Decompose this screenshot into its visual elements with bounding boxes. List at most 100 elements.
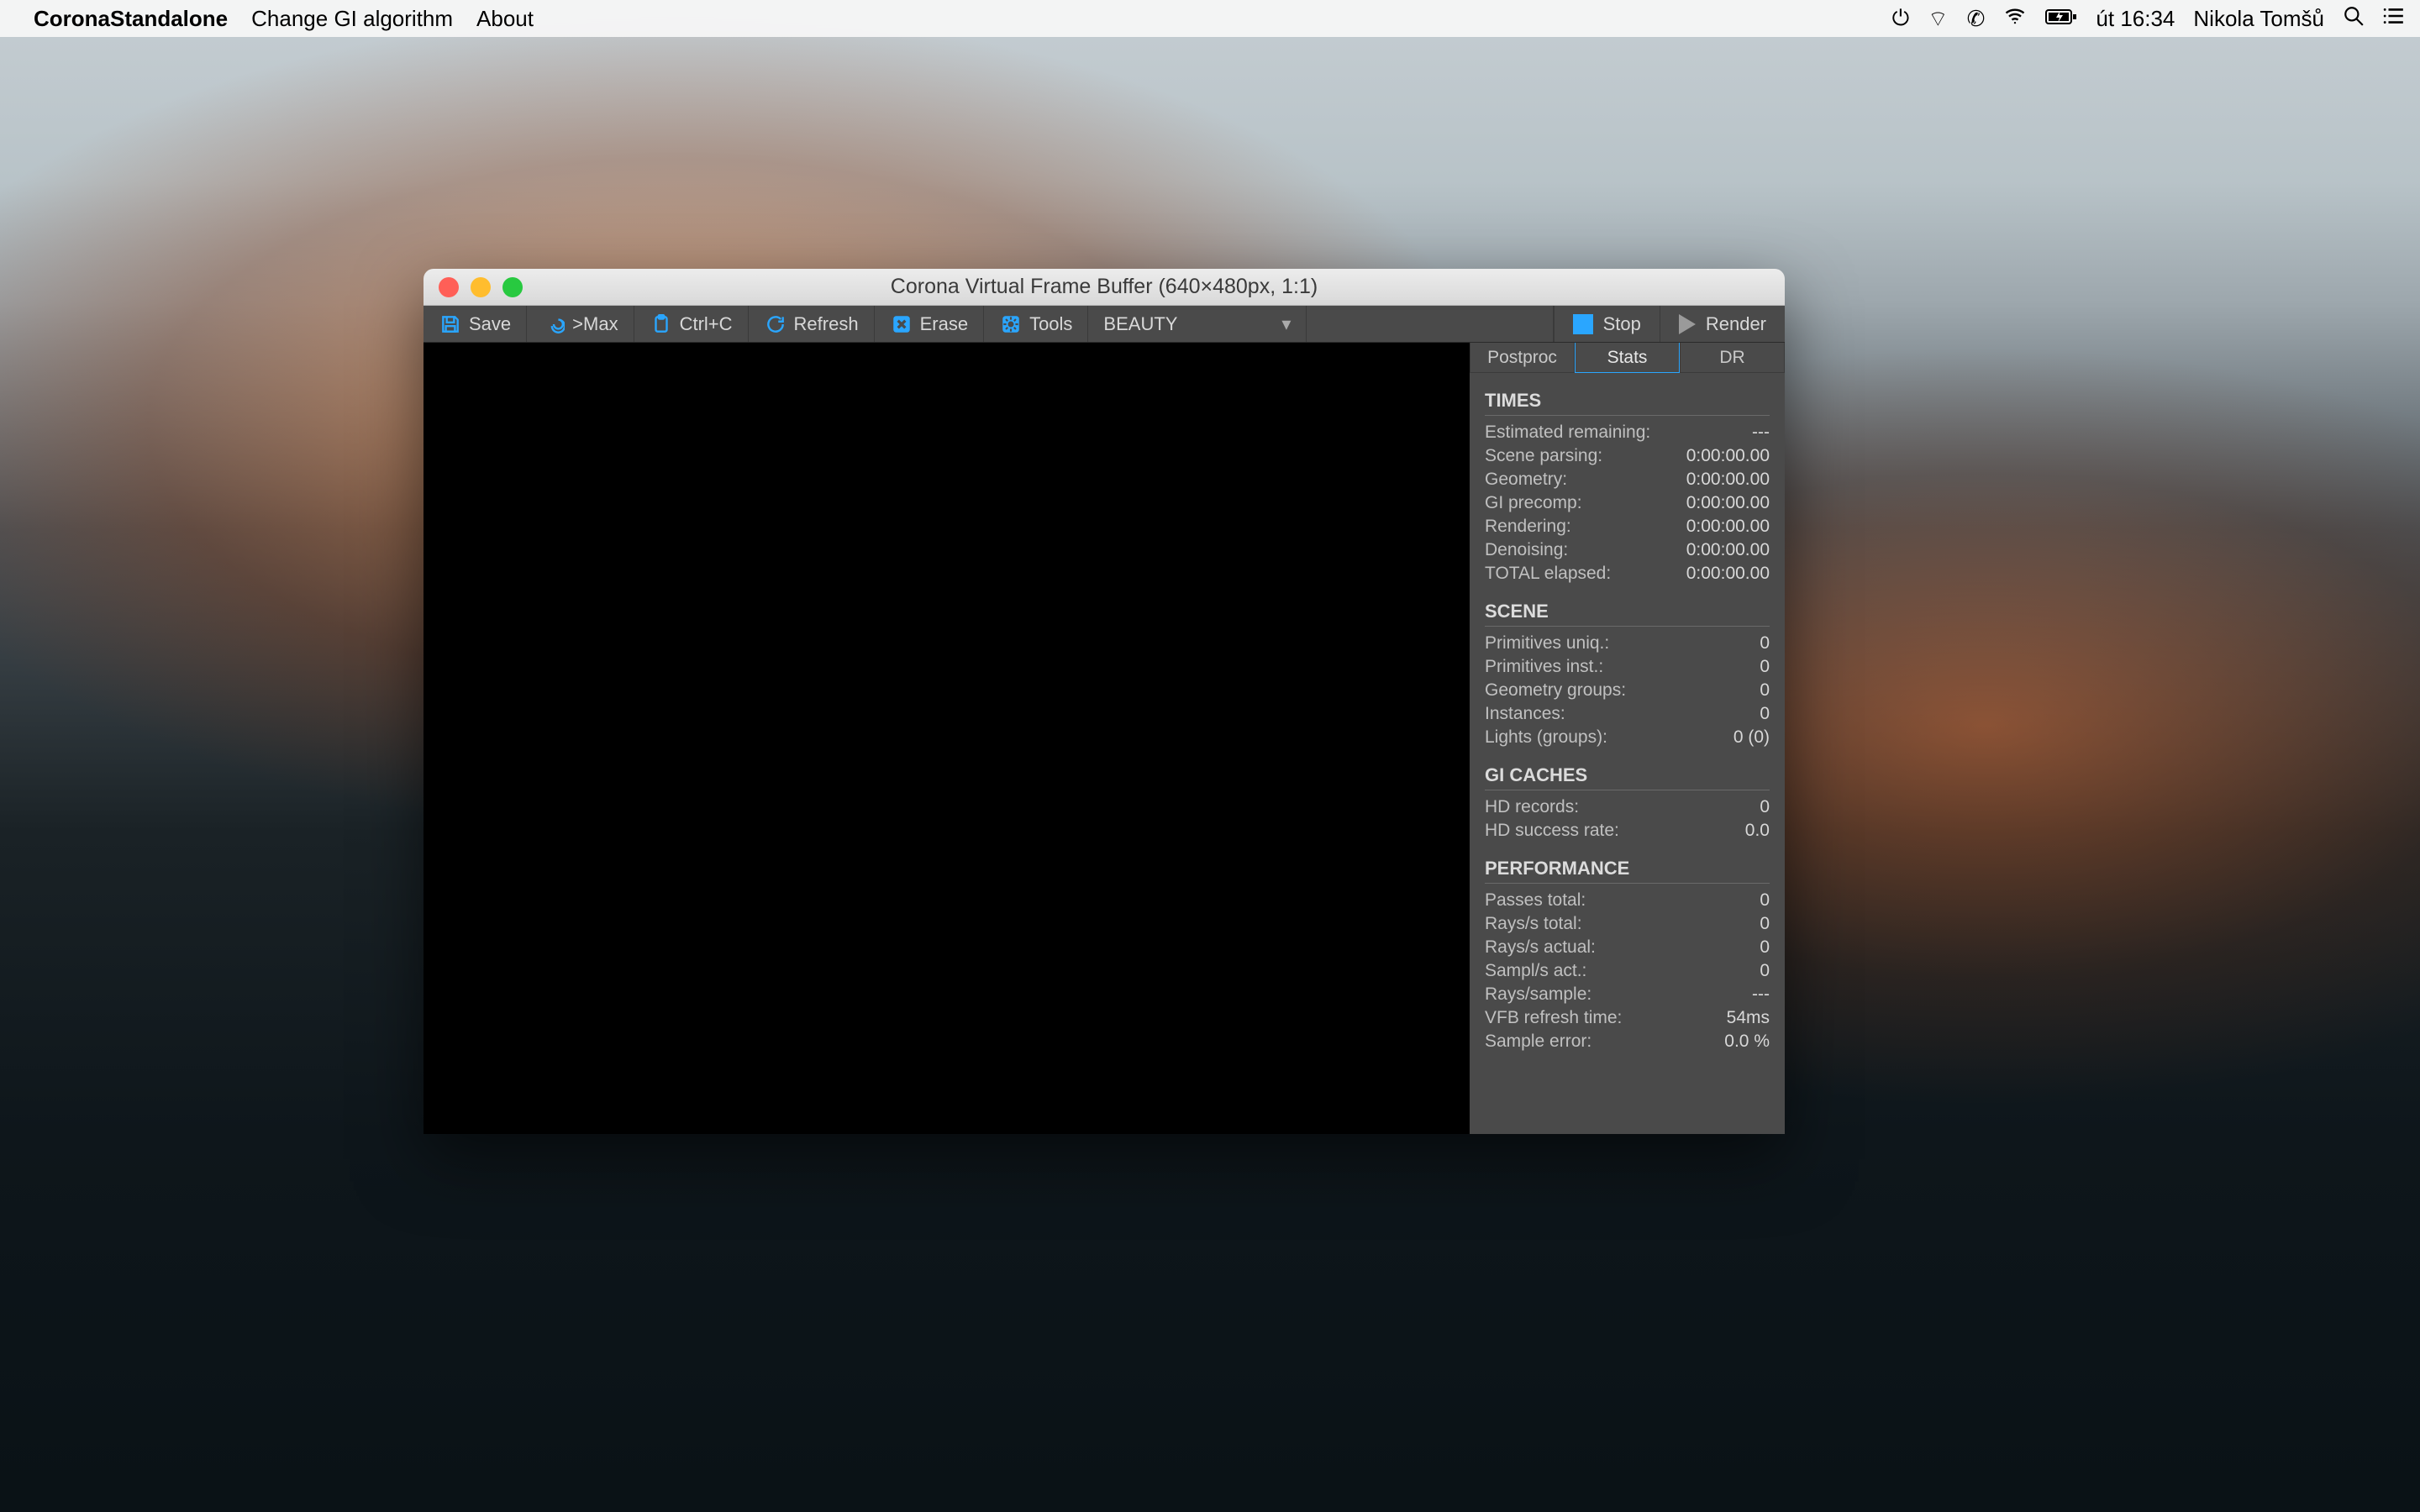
performance-value: 0.0 % bbox=[1724, 1032, 1770, 1052]
performance-label: VFB refresh time: bbox=[1485, 1008, 1622, 1028]
gear-icon bbox=[999, 312, 1023, 336]
times-label: Estimated remaining: bbox=[1485, 423, 1650, 443]
performance-label: Sample error: bbox=[1485, 1032, 1591, 1052]
scene-label: Instances: bbox=[1485, 704, 1565, 724]
performance-row: Rays/sample:--- bbox=[1485, 983, 1770, 1006]
tools-button[interactable]: Tools bbox=[984, 306, 1088, 342]
zoom-button[interactable] bbox=[502, 277, 523, 297]
viber-icon[interactable]: ✆ bbox=[1967, 6, 1986, 32]
times-row: Rendering: 0:00:00.00 bbox=[1485, 515, 1770, 538]
erase-icon bbox=[890, 312, 913, 336]
performance-value: 0 bbox=[1760, 914, 1770, 934]
times-value: 0:00:00.00 bbox=[1686, 540, 1770, 560]
performance-value: --- bbox=[1752, 984, 1770, 1005]
to-max-label: >Max bbox=[572, 313, 618, 335]
toolbar: Save >Max Ctrl+C Refresh Erase Tools BEA… bbox=[424, 306, 1785, 343]
stop-icon bbox=[1573, 314, 1593, 334]
wifi-icon[interactable] bbox=[2003, 4, 2027, 34]
gicaches-value: 0 bbox=[1760, 797, 1770, 817]
tab-dr[interactable]: DR bbox=[1680, 343, 1785, 373]
times-row: GI precomp: 0:00:00.00 bbox=[1485, 491, 1770, 515]
render-pass-select[interactable]: BEAUTY ▾ bbox=[1088, 306, 1307, 342]
performance-row: Sampl/s act.:0 bbox=[1485, 959, 1770, 983]
times-row: Geometry:0:00:00.00 bbox=[1485, 468, 1770, 491]
times-label: Rendering: bbox=[1485, 517, 1571, 537]
render-viewport[interactable] bbox=[424, 343, 1470, 1134]
section-scene-title: SCENE bbox=[1485, 601, 1770, 622]
tools-label: Tools bbox=[1029, 313, 1072, 335]
battery-icon[interactable] bbox=[2045, 6, 2077, 32]
scene-label: Primitives inst.: bbox=[1485, 657, 1603, 677]
menu-change-gi[interactable]: Change GI algorithm bbox=[251, 6, 453, 32]
window-title: Corona Virtual Frame Buffer (640×480px, … bbox=[424, 275, 1785, 299]
refresh-button[interactable]: Refresh bbox=[749, 306, 875, 342]
times-row: Estimated remaining: --- bbox=[1485, 421, 1770, 444]
tab-postproc[interactable]: Postproc bbox=[1470, 343, 1575, 373]
spotlight-icon[interactable] bbox=[2343, 5, 2365, 33]
menubar-user[interactable]: Nikola Tomšů bbox=[2193, 6, 2324, 32]
render-label: Render bbox=[1706, 313, 1766, 335]
times-label: TOTAL elapsed: bbox=[1485, 564, 1611, 584]
menu-about[interactable]: About bbox=[476, 6, 534, 32]
menubar-clock[interactable]: út 16:34 bbox=[2096, 6, 2175, 32]
save-label: Save bbox=[469, 313, 511, 335]
times-value: 0:00:00.00 bbox=[1686, 446, 1770, 466]
menu-list-icon[interactable] bbox=[2383, 5, 2405, 33]
times-label: Denoising: bbox=[1485, 540, 1568, 560]
stop-button[interactable]: Stop bbox=[1554, 306, 1660, 342]
close-button[interactable] bbox=[439, 277, 459, 297]
times-label: Scene parsing: bbox=[1485, 446, 1602, 466]
performance-label: Rays/s actual: bbox=[1485, 937, 1596, 958]
gicaches-row: HD records: 0 bbox=[1485, 795, 1770, 819]
tab-stats[interactable]: Stats bbox=[1575, 343, 1680, 373]
erase-label: Erase bbox=[920, 313, 968, 335]
performance-row: Passes total:0 bbox=[1485, 889, 1770, 912]
times-value: 0:00:00.00 bbox=[1686, 470, 1770, 490]
performance-value: 54ms bbox=[1727, 1008, 1770, 1028]
side-tabs: Postproc Stats DR bbox=[1470, 343, 1785, 373]
scene-label: Primitives uniq.: bbox=[1485, 633, 1609, 654]
erase-button[interactable]: Erase bbox=[875, 306, 984, 342]
performance-value: 0 bbox=[1760, 937, 1770, 958]
scene-row: Primitives uniq.: 0 bbox=[1485, 632, 1770, 655]
save-button[interactable]: Save bbox=[424, 306, 527, 342]
times-value: 0:00:00.00 bbox=[1686, 493, 1770, 513]
times-value: --- bbox=[1752, 423, 1770, 443]
section-times-title: TIMES bbox=[1485, 390, 1770, 412]
stats-panel: TIMES Estimated remaining: --- Scene parsi… bbox=[1470, 373, 1785, 1062]
menubar-app-name[interactable]: CoronaStandalone bbox=[34, 6, 228, 32]
section-performance-title: PERFORMANCE bbox=[1485, 858, 1770, 879]
gicaches-label: HD records: bbox=[1485, 797, 1579, 817]
window-titlebar[interactable]: Corona Virtual Frame Buffer (640×480px, … bbox=[424, 269, 1785, 306]
traffic-lights bbox=[439, 277, 523, 297]
scene-value: 0 bbox=[1760, 680, 1770, 701]
stop-label: Stop bbox=[1603, 313, 1641, 335]
side-panel: Postproc Stats DR TIMES Estimated remain… bbox=[1470, 343, 1785, 1134]
render-pass-value: BEAUTY bbox=[1103, 313, 1177, 335]
copy-button[interactable]: Ctrl+C bbox=[634, 306, 749, 342]
times-value: 0:00:00.00 bbox=[1686, 517, 1770, 537]
scene-row: Primitives inst.:0 bbox=[1485, 655, 1770, 679]
scene-label: Geometry groups: bbox=[1485, 680, 1626, 701]
render-button[interactable]: Render bbox=[1660, 306, 1785, 342]
to-max-button[interactable]: >Max bbox=[527, 306, 634, 342]
gicaches-value: 0.0 bbox=[1745, 821, 1770, 841]
save-icon bbox=[439, 312, 462, 336]
power-icon[interactable]: ⏻ bbox=[1892, 5, 1910, 32]
scene-value: 0 bbox=[1760, 633, 1770, 654]
times-row: TOTAL elapsed:0:00:00.00 bbox=[1485, 562, 1770, 585]
shield-icon[interactable]: ⌔ bbox=[1928, 5, 1948, 33]
minimize-button[interactable] bbox=[471, 277, 491, 297]
performance-row: Rays/s actual: 0 bbox=[1485, 936, 1770, 959]
chevron-down-icon: ▾ bbox=[1223, 313, 1291, 335]
menubar-tray: ⏻ ⌔ ✆ út 16:34 Nikola Tomšů bbox=[1892, 4, 2405, 34]
performance-row: Rays/s total:0 bbox=[1485, 912, 1770, 936]
performance-row: VFB refresh time: 54ms bbox=[1485, 1006, 1770, 1030]
scene-label: Lights (groups): bbox=[1485, 727, 1607, 748]
gicaches-label: HD success rate: bbox=[1485, 821, 1619, 841]
section-gicaches-title: GI CACHES bbox=[1485, 764, 1770, 786]
scene-row: Instances:0 bbox=[1485, 702, 1770, 726]
times-label: GI precomp: bbox=[1485, 493, 1582, 513]
play-icon bbox=[1679, 314, 1696, 334]
scene-row: Geometry groups: 0 bbox=[1485, 679, 1770, 702]
